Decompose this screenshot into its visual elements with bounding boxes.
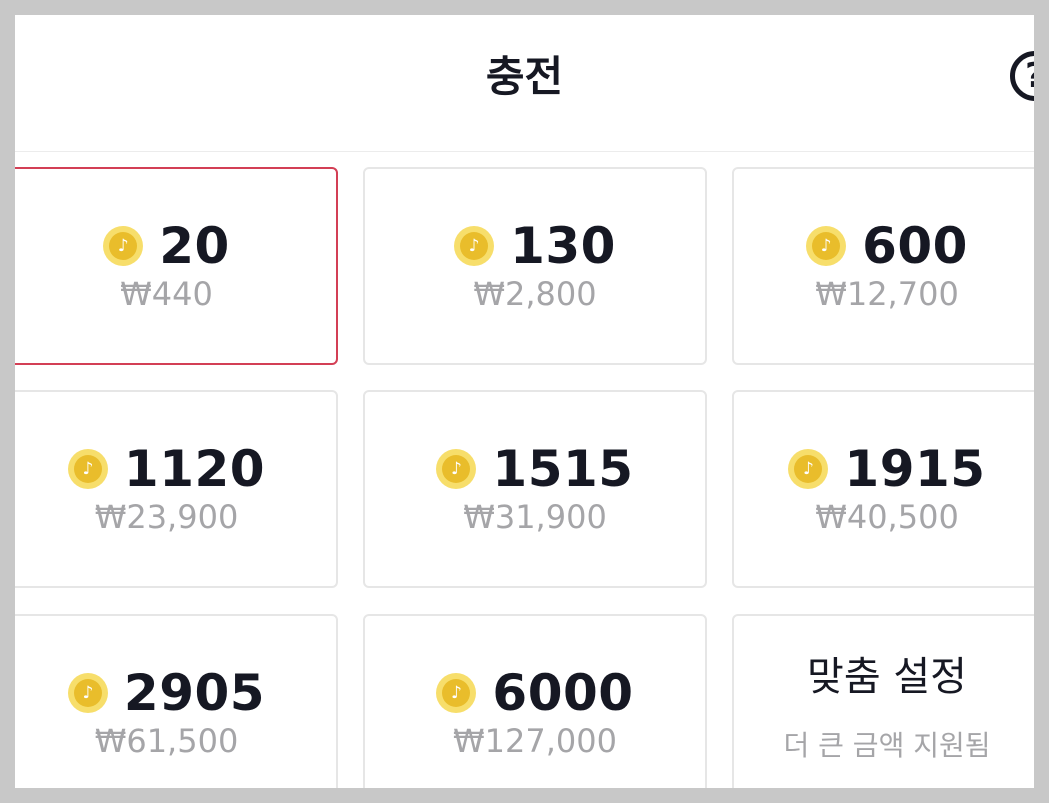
custom-amount-subtitle: 더 큰 금액 지원됨 [783,729,991,762]
page-title: 충전 [485,52,564,101]
coin-icon: ♪ [436,449,477,489]
package-price: ₩23,900 [94,498,239,536]
coin-package-20[interactable]: ♪ 20 ₩440 [15,167,338,365]
header: 충전 ? [15,15,1034,152]
coin-amount: 1915 [844,440,986,498]
coin-amount: 6000 [492,664,634,722]
coin-icon: ♪ [788,449,829,489]
coin-package-1515[interactable]: ♪ 1515 ₩31,900 [363,390,707,588]
package-price: ₩31,900 [463,498,607,536]
coin-amount: 130 [510,217,616,275]
recharge-panel: 충전 ? ♪ 20 ₩440 ♪ 130 ₩2,800 ♪ 600 ₩12,7 [15,15,1034,788]
package-price: ₩2,800 [473,275,597,313]
coin-icon: ♪ [67,673,108,713]
coin-amount: 2905 [123,664,266,722]
coin-package-1120[interactable]: ♪ 1120 ₩23,900 [15,390,338,588]
coin-amount: 1120 [123,440,266,498]
coin-icon: ♪ [103,226,144,266]
coin-amount: 20 [159,217,230,275]
package-price: ₩440 [120,275,213,313]
coin-icon: ♪ [436,673,477,713]
coin-amount: 600 [862,217,968,275]
package-price: ₩61,500 [94,722,239,760]
coin-amount: 1515 [492,440,634,498]
custom-amount-title: 맞춤 설정 [807,654,967,700]
coin-icon: ♪ [806,226,847,266]
coin-package-600[interactable]: ♪ 600 ₩12,700 [732,167,1034,365]
coin-icon: ♪ [454,226,495,266]
coin-package-2905[interactable]: ♪ 2905 ₩61,500 [15,614,338,788]
coin-icon: ♪ [67,449,108,489]
custom-amount-button[interactable]: 맞춤 설정 더 큰 금액 지원됨 [732,614,1034,788]
package-price: ₩127,000 [453,722,617,760]
coin-package-6000[interactable]: ♪ 6000 ₩127,000 [363,614,707,788]
coin-package-130[interactable]: ♪ 130 ₩2,800 [363,167,707,365]
package-price: ₩40,500 [815,498,959,536]
coin-package-1915[interactable]: ♪ 1915 ₩40,500 [732,390,1034,588]
package-price: ₩12,700 [815,275,959,313]
